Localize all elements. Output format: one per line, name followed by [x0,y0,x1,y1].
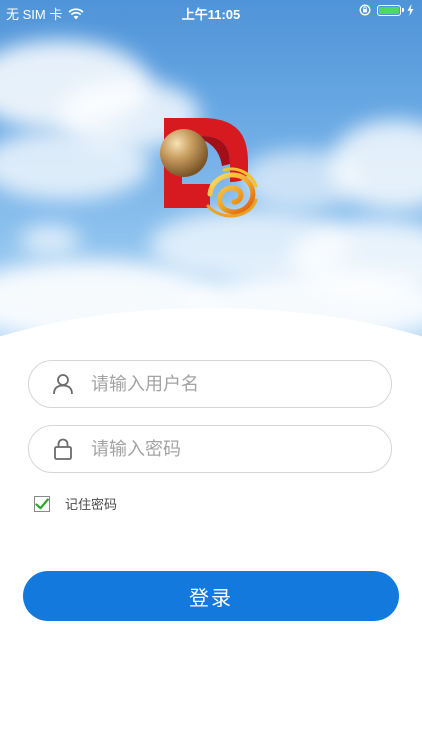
orientation-lock-icon [359,4,371,16]
status-bar: 无 SIM 卡 上午11:05 [0,0,422,24]
user-icon [53,374,73,395]
username-input[interactable] [89,372,391,396]
lock-icon [54,438,72,460]
login-button-label: 登录 [189,585,233,610]
battery-icon [377,4,404,16]
remember-label: 记住密码 [65,498,118,513]
login-screen: 无 SIM 卡 上午11:05 请输入用户名 记住密码 登录 [0,0,422,750]
check-icon [35,497,49,509]
password-field[interactable] [28,425,392,473]
password-input[interactable] [89,437,391,461]
remember-password[interactable]: 记住密码 [34,494,117,513]
username-field[interactable] [28,360,392,408]
remember-checkbox[interactable] [34,495,50,512]
charging-icon [407,4,414,16]
app-logo [160,118,258,218]
login-button[interactable]: 登录 [23,571,399,621]
